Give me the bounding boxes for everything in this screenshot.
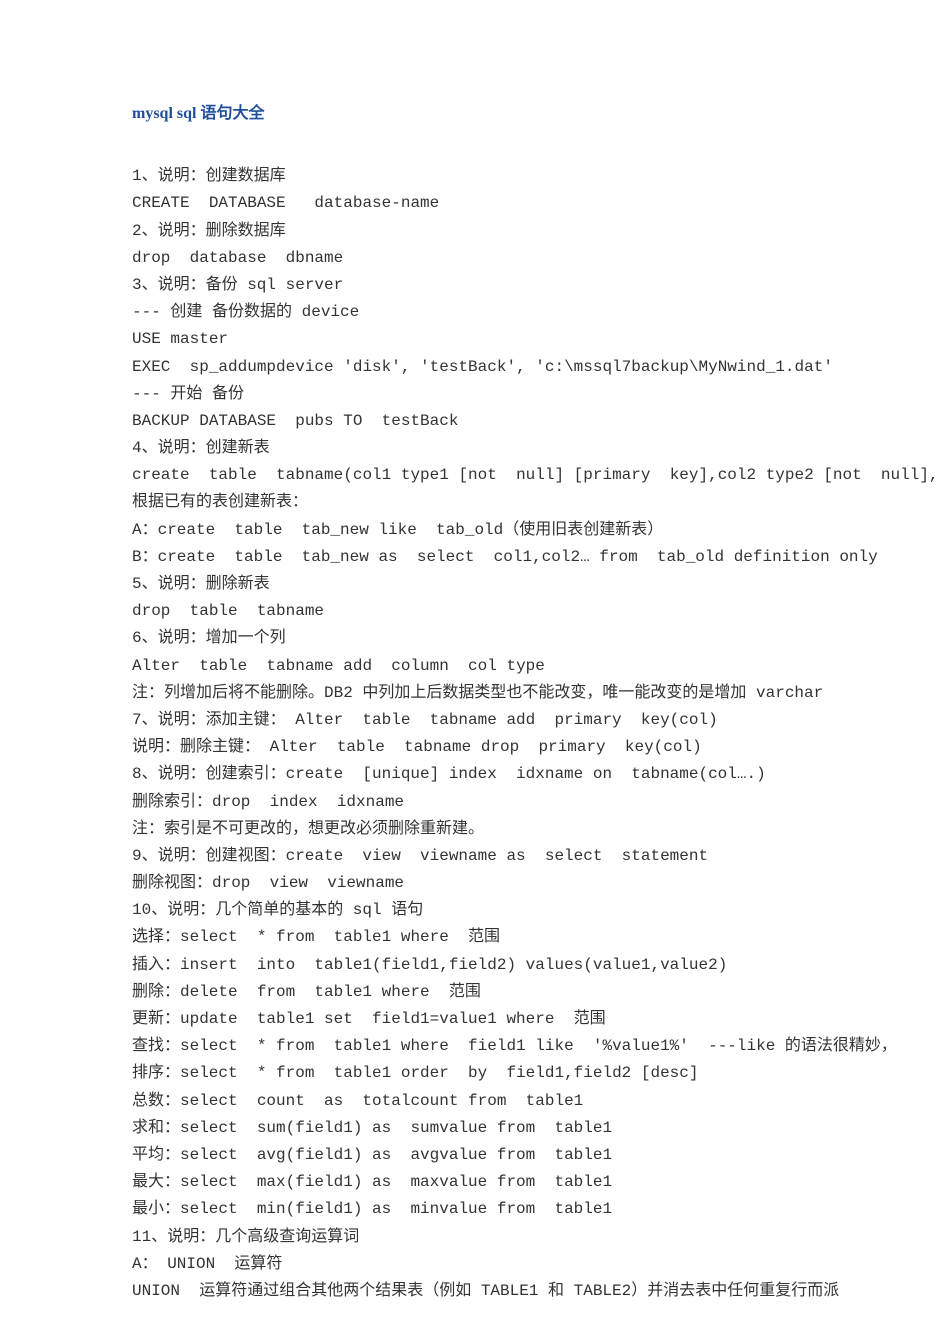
line: --- 开始 备份 bbox=[132, 381, 945, 408]
line: 10、说明：几个简单的基本的 sql 语句 bbox=[132, 897, 945, 924]
line: 平均：select avg(field1) as avgvalue from t… bbox=[132, 1142, 945, 1169]
document-content: 1、说明：创建数据库 CREATE DATABASE database-name… bbox=[132, 163, 945, 1305]
document-title: mysql sql 语句大全 bbox=[132, 100, 945, 127]
line: EXEC sp_addumpdevice 'disk', 'testBack',… bbox=[132, 354, 945, 381]
line: drop database dbname bbox=[132, 245, 945, 272]
line: 插入：insert into table1(field1,field2) val… bbox=[132, 952, 945, 979]
line: drop table tabname bbox=[132, 598, 945, 625]
line: 更新：update table1 set field1=value1 where… bbox=[132, 1006, 945, 1033]
line: create table tabname(col1 type1 [not nul… bbox=[132, 462, 945, 489]
line: 注：列增加后将不能删除。DB2 中列加上后数据类型也不能改变，唯一能改变的是增加… bbox=[132, 680, 945, 707]
line: 最小：select min(field1) as minvalue from t… bbox=[132, 1196, 945, 1223]
line: 排序：select * from table1 order by field1,… bbox=[132, 1060, 945, 1087]
line: 2、说明：删除数据库 bbox=[132, 218, 945, 245]
line: 3、说明：备份 sql server bbox=[132, 272, 945, 299]
line: 11、说明：几个高级查询运算词 bbox=[132, 1224, 945, 1251]
line: 删除索引：drop index idxname bbox=[132, 789, 945, 816]
line: --- 创建 备份数据的 device bbox=[132, 299, 945, 326]
line: 最大：select max(field1) as maxvalue from t… bbox=[132, 1169, 945, 1196]
line: 选择：select * from table1 where 范围 bbox=[132, 924, 945, 951]
line: Alter table tabname add column col type bbox=[132, 653, 945, 680]
line: CREATE DATABASE database-name bbox=[132, 190, 945, 217]
line: 删除：delete from table1 where 范围 bbox=[132, 979, 945, 1006]
line: B：create table tab_new as select col1,co… bbox=[132, 544, 945, 571]
line: UNION 运算符通过组合其他两个结果表（例如 TABLE1 和 TABLE2）… bbox=[132, 1278, 945, 1305]
line: A： UNION 运算符 bbox=[132, 1251, 945, 1278]
line: 总数：select count as totalcount from table… bbox=[132, 1088, 945, 1115]
line: 查找：select * from table1 where field1 lik… bbox=[132, 1033, 945, 1060]
line: A：create table tab_new like tab_old（使用旧表… bbox=[132, 517, 945, 544]
line: 说明：删除主键： Alter table tabname drop primar… bbox=[132, 734, 945, 761]
line: 7、说明：添加主键： Alter table tabname add prima… bbox=[132, 707, 945, 734]
line: 4、说明：创建新表 bbox=[132, 435, 945, 462]
line: 8、说明：创建索引：create [unique] index idxname … bbox=[132, 761, 945, 788]
line: 1、说明：创建数据库 bbox=[132, 163, 945, 190]
line: 5、说明：删除新表 bbox=[132, 571, 945, 598]
line: 求和：select sum(field1) as sumvalue from t… bbox=[132, 1115, 945, 1142]
line: 根据已有的表创建新表： bbox=[132, 489, 945, 516]
line: 6、说明：增加一个列 bbox=[132, 625, 945, 652]
line: 删除视图：drop view viewname bbox=[132, 870, 945, 897]
line: BACKUP DATABASE pubs TO testBack bbox=[132, 408, 945, 435]
line: 9、说明：创建视图：create view viewname as select… bbox=[132, 843, 945, 870]
line: USE master bbox=[132, 326, 945, 353]
line: 注：索引是不可更改的，想更改必须删除重新建。 bbox=[132, 816, 945, 843]
